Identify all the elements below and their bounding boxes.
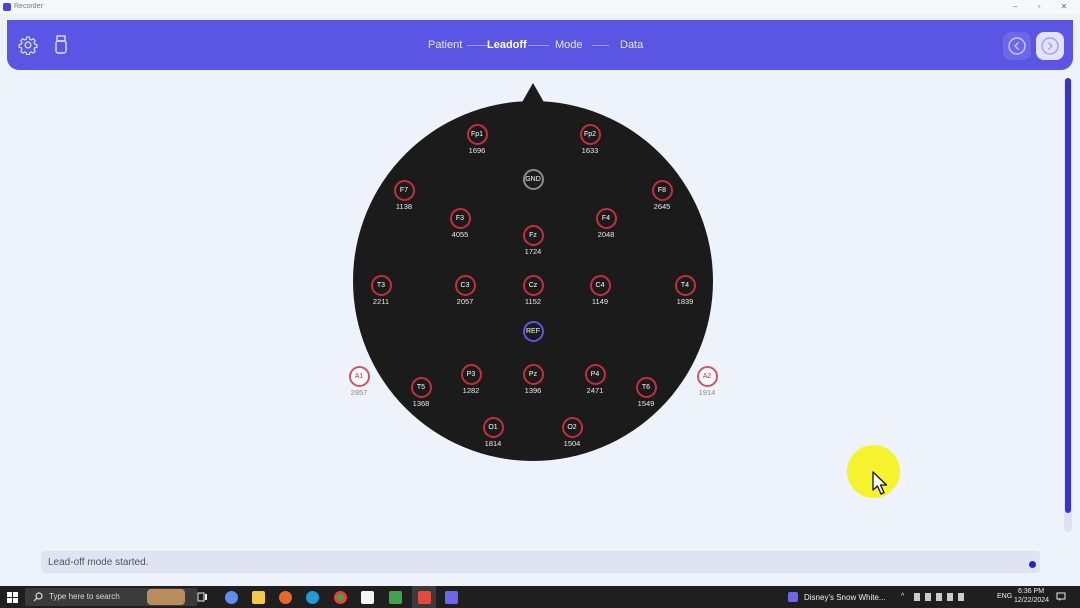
electrode-t6[interactable]: T6 1549 [626, 377, 666, 408]
task-view-button[interactable] [194, 586, 210, 608]
edge-icon [305, 590, 319, 604]
electrode-pz[interactable]: Pz 1396 [513, 364, 553, 395]
tray-chevron-icon[interactable]: ^ [901, 593, 904, 600]
taskbar-app-media[interactable] [358, 586, 376, 608]
status-indicator [1029, 561, 1036, 568]
windows-logo-icon [6, 591, 18, 603]
electrode-cz[interactable]: Cz 1152 [513, 275, 553, 306]
firefox-icon [278, 590, 292, 604]
electrode-f7[interactable]: F7 1138 [384, 180, 424, 211]
taskbar-app-recorder[interactable] [441, 586, 461, 608]
electrode-p3[interactable]: P3 1282 [451, 364, 491, 395]
tray-cloud-icon[interactable] [925, 593, 931, 601]
tray-battery-icon[interactable] [958, 593, 964, 601]
notification-icon [1056, 592, 1066, 601]
tray-network-icon[interactable] [914, 593, 920, 601]
folder-icon [251, 590, 265, 604]
nose-marker [521, 83, 545, 104]
mouse-cursor-icon [872, 471, 888, 495]
chrome-icon [333, 590, 347, 604]
electrode-a2[interactable]: A2 1914 [687, 366, 727, 397]
media-app-icon [360, 590, 374, 604]
clock-time[interactable]: 6:36 PM [1018, 588, 1044, 595]
copilot-icon [224, 590, 238, 604]
electrode-fp2[interactable]: Fp2 1633 [570, 124, 610, 155]
electrode-f8[interactable]: F8 2645 [642, 180, 682, 211]
language-indicator[interactable]: ENG [997, 593, 1012, 600]
taskbar-app-firefox[interactable] [276, 586, 294, 608]
electrode-gnd[interactable]: GND [513, 169, 553, 190]
camtasia-icon [388, 590, 402, 604]
now-playing-icon [788, 592, 798, 602]
task-view-icon [197, 592, 207, 602]
electrode-p4[interactable]: P4 2471 [575, 364, 615, 395]
taskbar-search[interactable]: Type here to search [25, 588, 197, 606]
electrode-c4[interactable]: C4 1149 [580, 275, 620, 306]
taskbar-app-edge[interactable] [303, 586, 321, 608]
taskbar-app-file-explorer[interactable] [249, 586, 267, 608]
electrode-fp1[interactable]: Fp1 1696 [457, 124, 497, 155]
now-playing-title: Disney's Snow White... [804, 592, 886, 602]
windows-taskbar: Type here to search Disney's Snow White.… [0, 586, 1080, 608]
tray-icons [914, 593, 974, 601]
tray-wifi-icon[interactable] [936, 593, 942, 601]
start-button[interactable] [3, 586, 21, 608]
electrode-t4[interactable]: T4 1839 [665, 275, 705, 306]
electrode-o2[interactable]: O2 1504 [552, 417, 592, 448]
tray-volume-icon[interactable] [947, 593, 953, 601]
recorder-app-icon [444, 590, 458, 604]
recorder-tool-icon [417, 590, 431, 604]
taskbar-app-copilot[interactable] [222, 586, 240, 608]
clock-date[interactable]: 12/22/2024 [1014, 597, 1049, 604]
search-highlight-image [147, 589, 185, 605]
electrode-f3[interactable]: F3 4055 [440, 208, 480, 239]
taskbar-now-playing[interactable]: Disney's Snow White... [788, 586, 894, 608]
search-placeholder: Type here to search [49, 592, 120, 601]
notifications-button[interactable] [1054, 586, 1068, 608]
electrode-t5[interactable]: T5 1368 [401, 377, 441, 408]
status-message: Lead-off mode started. [48, 557, 149, 568]
electrode-fz[interactable]: Fz 1724 [513, 225, 553, 256]
electrode-head-map: Fp1 1696 Fp2 1633 GND F7 1138 F8 2645 F3 4055… [0, 0, 1080, 608]
electrode-f4[interactable]: F4 2048 [586, 208, 626, 239]
taskbar-app-chrome[interactable] [331, 586, 349, 608]
electrode-t3[interactable]: T3 2211 [361, 275, 401, 306]
taskbar-app-recorder-tool[interactable] [412, 586, 436, 608]
search-icon [33, 592, 43, 602]
recorder-app: Recorder – ▫ ✕ Patient Leadoff Mode Data [0, 0, 1080, 608]
status-bar: Lead-off mode started. [41, 551, 1040, 573]
electrode-ref[interactable]: REF [513, 321, 553, 342]
electrode-a1[interactable]: A1 2857 [339, 366, 379, 397]
electrode-o1[interactable]: O1 1814 [473, 417, 513, 448]
taskbar-app-camtasia[interactable] [386, 586, 404, 608]
electrode-c3[interactable]: C3 2057 [445, 275, 485, 306]
